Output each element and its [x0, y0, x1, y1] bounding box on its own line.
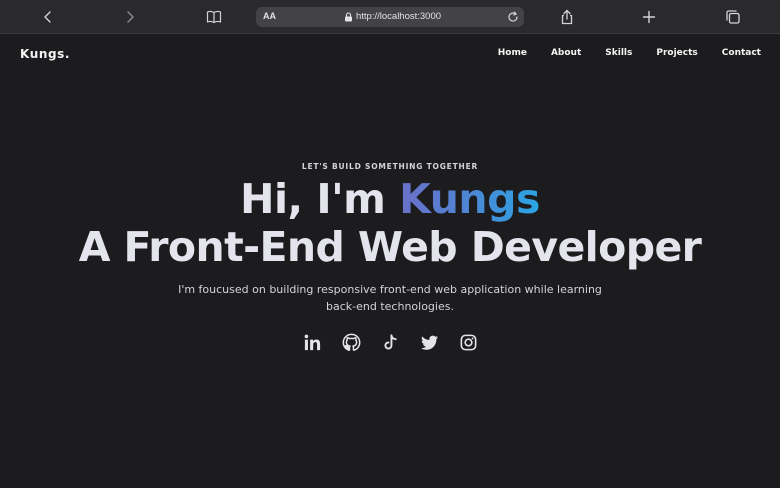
plus-icon [642, 10, 656, 24]
linkedin-icon [304, 334, 320, 350]
page-content: Kungs. Home About Skills Projects Contac… [0, 35, 780, 488]
greeting-prefix: Hi, I'm [240, 175, 400, 223]
browser-toolbar: AA http://localhost:3000 [0, 0, 780, 34]
tiktok-link[interactable] [380, 332, 400, 352]
twitter-icon [420, 335, 438, 350]
tabs-icon [726, 10, 740, 24]
nav-projects[interactable]: Projects [656, 48, 697, 58]
address-bar[interactable]: AA http://localhost:3000 [256, 7, 524, 27]
twitter-link[interactable] [419, 332, 439, 352]
social-links [0, 332, 780, 352]
nav-about[interactable]: About [551, 48, 581, 58]
text-size-button[interactable]: AA [263, 11, 276, 21]
tiktok-icon [383, 333, 397, 349]
tabs-button[interactable] [722, 6, 744, 28]
back-button[interactable] [37, 6, 59, 28]
hero-eyebrow: LET'S BUILD SOMETHING TOGETHER [301, 162, 479, 171]
brand-logo[interactable]: Kungs. [20, 47, 70, 61]
nav-skills[interactable]: Skills [605, 48, 632, 58]
nav-contact[interactable]: Contact [722, 48, 761, 58]
hero-headline: A Front-End Web Developer [78, 223, 702, 271]
github-icon [342, 333, 360, 351]
chevron-right-icon [127, 11, 134, 23]
reload-icon[interactable] [506, 10, 520, 24]
hero-greeting: Hi, I'm Kungs [0, 173, 780, 225]
new-tab-button[interactable] [638, 6, 660, 28]
share-icon [561, 9, 573, 25]
forward-button[interactable] [119, 6, 141, 28]
nav-home[interactable]: Home [498, 48, 527, 58]
lock-icon [345, 12, 352, 22]
instagram-link[interactable] [458, 332, 478, 352]
url-text: http://localhost:3000 [356, 11, 442, 22]
github-link[interactable] [341, 332, 361, 352]
reader-button[interactable] [203, 6, 225, 28]
linkedin-link[interactable] [302, 332, 322, 352]
share-button[interactable] [556, 6, 578, 28]
hero-name: Kungs [399, 175, 540, 223]
instagram-icon [460, 334, 476, 350]
main-nav: Home About Skills Projects Contact [474, 48, 761, 58]
book-icon [206, 10, 222, 24]
chevron-left-icon [44, 11, 51, 23]
hero-description: I'm foucused on building responsive fron… [178, 283, 602, 313]
